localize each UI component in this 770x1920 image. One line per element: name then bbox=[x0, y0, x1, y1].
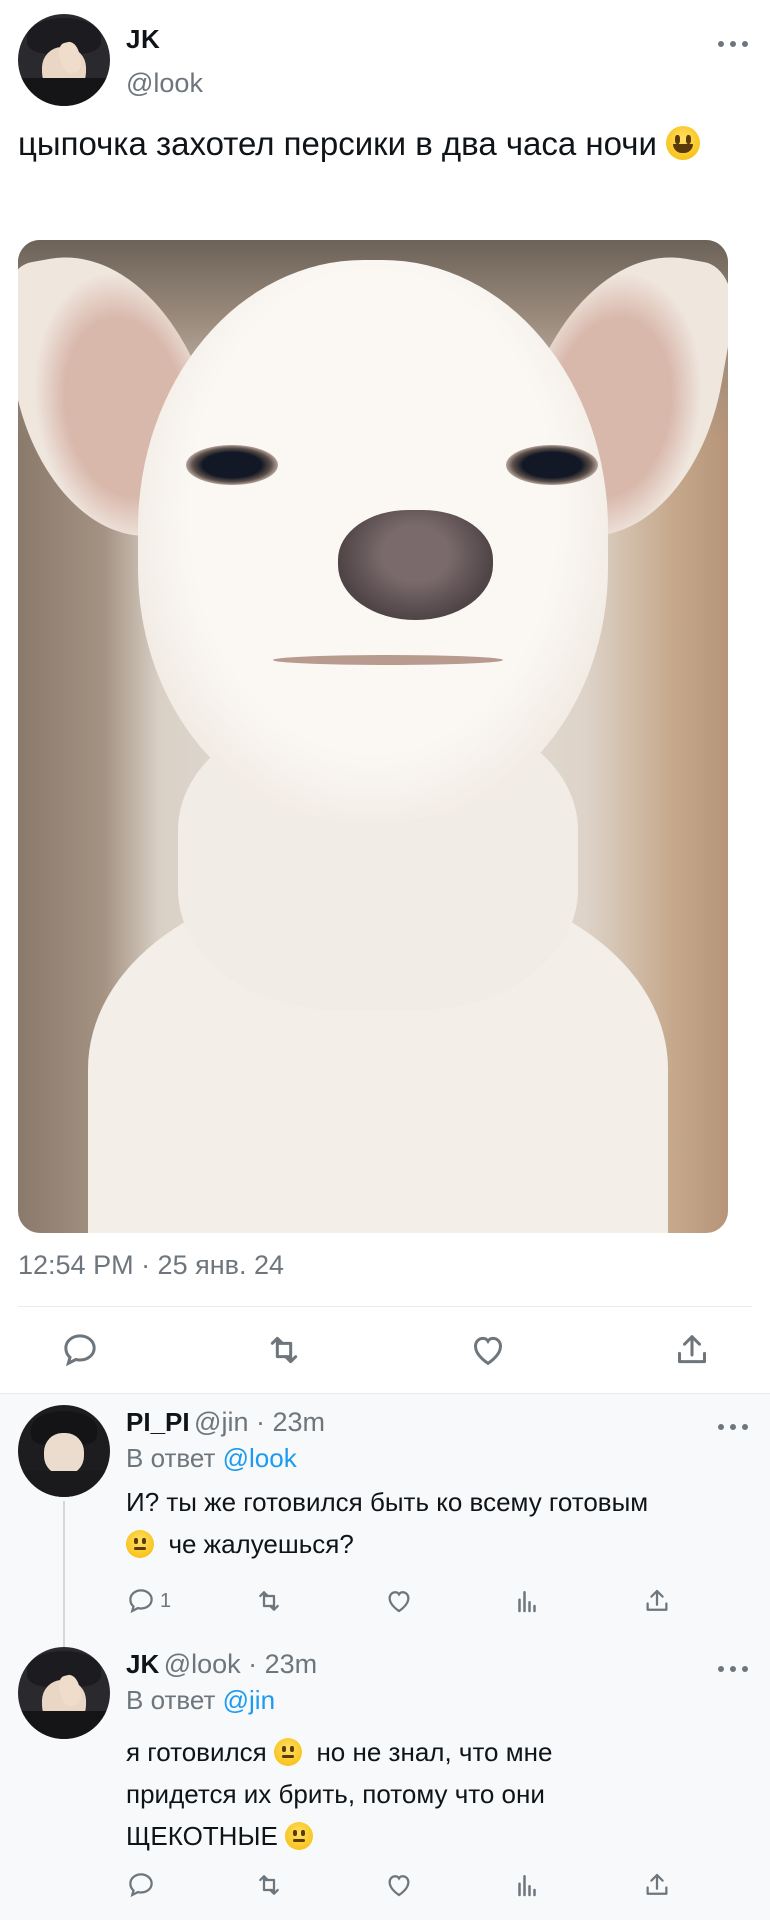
reply-text-line-with-emoji: че жалуешься? bbox=[126, 1523, 756, 1565]
author-handle[interactable]: @look bbox=[126, 68, 203, 99]
views-action[interactable] bbox=[512, 1583, 542, 1619]
retweet-icon[interactable] bbox=[264, 1330, 304, 1370]
reply-author-name[interactable]: PI_PI bbox=[126, 1407, 190, 1437]
retweet-action[interactable] bbox=[254, 1867, 284, 1903]
reply-avatar[interactable] bbox=[18, 1647, 110, 1739]
share-action[interactable] bbox=[642, 1867, 672, 1903]
reply-text: я готовился но не знал, что мне придется… bbox=[126, 1731, 756, 1857]
reply-text-line: придется их брить, потому что они bbox=[126, 1779, 545, 1809]
analytics-icon bbox=[518, 1591, 536, 1613]
reply-icon bbox=[129, 1873, 153, 1898]
share-action[interactable] bbox=[642, 1583, 672, 1619]
reply-author-name[interactable]: JK bbox=[126, 1649, 159, 1679]
replying-to: В ответ @look bbox=[126, 1443, 297, 1474]
divider bbox=[18, 1306, 752, 1307]
share-icon[interactable] bbox=[672, 1330, 712, 1370]
replying-to-link[interactable]: @jin bbox=[223, 1685, 275, 1715]
reply-action[interactable]: 1 bbox=[126, 1583, 171, 1619]
reply-action[interactable] bbox=[126, 1867, 156, 1903]
reply-text-line: я готовился bbox=[126, 1737, 267, 1767]
reply-text-line: че жалуешься? bbox=[168, 1529, 354, 1559]
reply-author-meta[interactable]: @look · 23m bbox=[164, 1649, 317, 1679]
like-action[interactable] bbox=[384, 1867, 414, 1903]
like-icon bbox=[388, 1875, 410, 1897]
retweet-icon bbox=[259, 1591, 279, 1611]
like-icon[interactable] bbox=[468, 1330, 508, 1370]
author-avatar[interactable] bbox=[18, 14, 110, 106]
reply-text-line: ЩЕКОТНЫЕ bbox=[126, 1821, 278, 1851]
like-icon bbox=[388, 1591, 410, 1613]
reply-text-line-with-emoji: я готовился но не знал, что мне bbox=[126, 1731, 756, 1773]
tweet-timestamp[interactable]: 12:54 PM · 25 янв. 24 bbox=[18, 1250, 284, 1281]
reply-text-line: но не знал, что мне bbox=[316, 1737, 553, 1767]
share-icon bbox=[646, 1873, 668, 1895]
reply-text-line-with-emoji: ЩЕКОТНЫЕ bbox=[126, 1815, 756, 1857]
tweet-text: цыпочка захотел персики в два часа ночи bbox=[18, 120, 738, 168]
neutral-face-emoji-icon bbox=[126, 1530, 154, 1558]
more-options-icon[interactable] bbox=[718, 1663, 748, 1675]
more-options-icon[interactable] bbox=[718, 38, 748, 50]
divider bbox=[0, 1393, 770, 1394]
tweet-text-content: цыпочка захотел персики в два часа ночи bbox=[18, 125, 657, 162]
reply-count: 1 bbox=[160, 1589, 172, 1612]
reply-author-meta[interactable]: @jin · 23m bbox=[194, 1407, 325, 1437]
analytics-icon bbox=[518, 1875, 536, 1897]
grinning-face-emoji-icon bbox=[666, 126, 701, 160]
replying-to-prefix: В ответ bbox=[126, 1443, 216, 1473]
like-action[interactable] bbox=[384, 1583, 414, 1619]
reply-icon bbox=[129, 1589, 153, 1614]
reply-icon[interactable] bbox=[60, 1330, 100, 1370]
tweet-photo[interactable] bbox=[18, 240, 728, 1233]
reply-text: И? ты же готовился быть ко всему готовым… bbox=[126, 1481, 756, 1565]
replying-to: В ответ @jin bbox=[126, 1685, 275, 1716]
melting-face-emoji-icon bbox=[285, 1822, 314, 1850]
reply-avatar[interactable] bbox=[18, 1405, 110, 1497]
main-tweet: JK @look цыпочка захотел персики в два ч… bbox=[0, 0, 770, 1392]
reply-text-line: И? ты же готовился быть ко всему готовым bbox=[126, 1487, 649, 1517]
pleading-face-emoji-icon bbox=[274, 1738, 302, 1766]
retweet-action[interactable] bbox=[254, 1583, 284, 1619]
share-icon bbox=[646, 1589, 668, 1611]
replies-section: PI_PI @jin · 23m В ответ @look И? ты же … bbox=[0, 1393, 770, 1920]
replying-to-link[interactable]: @look bbox=[223, 1443, 297, 1473]
more-options-icon[interactable] bbox=[718, 1421, 748, 1433]
views-action[interactable] bbox=[512, 1867, 542, 1903]
replying-to-prefix: В ответ bbox=[126, 1685, 216, 1715]
author-name[interactable]: JK bbox=[126, 24, 160, 55]
thread-line bbox=[63, 1501, 65, 1651]
retweet-icon bbox=[259, 1875, 279, 1895]
